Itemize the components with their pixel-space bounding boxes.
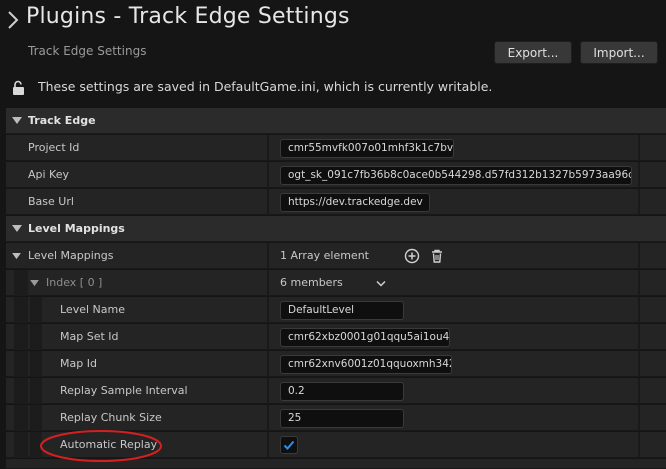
members-count-text: 6 members: [280, 276, 343, 289]
property-row-replay-chunk-size: Replay Chunk Size 25: [6, 405, 666, 431]
members-dropdown[interactable]: 6 members: [280, 276, 390, 292]
panel-bottom: [6, 459, 666, 469]
property-row-replay-sample-interval: Replay Sample Interval 0.2: [6, 378, 666, 404]
property-label: Map Id: [60, 357, 97, 370]
import-button[interactable]: Import...: [580, 41, 658, 64]
api-key-field[interactable]: ogt_sk_091c7fb36b8c0ace0b544298.d57fd312…: [280, 166, 632, 185]
notice-text: These settings are saved in DefaultGame.…: [38, 79, 493, 94]
property-label: Replay Chunk Size: [60, 411, 162, 424]
property-label: Automatic Replay: [60, 438, 158, 451]
property-row-automatic-replay: Automatic Replay: [6, 432, 666, 458]
automatic-replay-checkbox[interactable]: [280, 436, 298, 454]
replay-chunk-size-field[interactable]: 25: [280, 409, 404, 428]
base-url-field[interactable]: https://dev.trackedge.dev: [280, 193, 430, 212]
category-level-mappings[interactable]: Level Mappings: [6, 216, 666, 242]
category-label: Level Mappings: [28, 222, 125, 235]
array-count-text: 1 Array element: [280, 249, 369, 262]
details-panel: Track Edge Project Id cmr55mvfk007o01mhf…: [6, 108, 666, 469]
property-label: Level Mappings: [28, 249, 114, 262]
property-row-level-name: Level Name DefaultLevel: [6, 297, 666, 323]
array-index-label: Index [ 0 ]: [46, 276, 103, 289]
export-button[interactable]: Export...: [494, 41, 572, 64]
unlocked-icon: [13, 80, 24, 95]
category-track-edge[interactable]: Track Edge: [6, 108, 666, 134]
property-label: Api Key: [28, 168, 70, 181]
property-label: Level Name: [60, 303, 125, 316]
property-label: Project Id: [28, 141, 80, 154]
property-row-base-url: Base Url https://dev.trackedge.dev: [6, 189, 666, 215]
property-row-index-0: Index [ 0 ] 6 members: [6, 270, 666, 296]
expand-arrow-icon[interactable]: [12, 225, 22, 233]
property-row-api-key: Api Key ogt_sk_091c7fb36b8c0ace0b544298.…: [6, 162, 666, 188]
property-row-level-mappings: Level Mappings 1 Array element: [6, 243, 666, 269]
property-label: Map Set Id: [60, 330, 119, 343]
checkmark-icon: [283, 440, 295, 450]
add-element-icon[interactable]: [404, 248, 420, 264]
property-row-map-id: Map Id cmr62xnv6001z01qquoxmh342: [6, 351, 666, 377]
section-subtitle: Track Edge Settings: [28, 44, 147, 58]
property-row-map-set-id: Map Set Id cmr62xbz0001g01qqu5ai1ou4: [6, 324, 666, 350]
replay-sample-interval-field[interactable]: 0.2: [280, 382, 404, 401]
expand-arrow-icon[interactable]: [12, 117, 22, 125]
map-id-field[interactable]: cmr62xnv6001z01qquoxmh342: [280, 355, 452, 374]
property-label: Replay Sample Interval: [60, 384, 188, 397]
header: Plugins - Track Edge Settings: [0, 0, 666, 40]
trash-icon[interactable]: [429, 248, 445, 264]
chevron-down-icon: [376, 280, 386, 287]
expand-arrow-icon[interactable]: [30, 280, 39, 287]
map-set-id-field[interactable]: cmr62xbz0001g01qqu5ai1ou4: [280, 328, 450, 347]
property-label: Base Url: [28, 195, 74, 208]
project-id-field[interactable]: cmr55mvfk007o01mhf3k1c7bv: [280, 139, 454, 158]
category-label: Track Edge: [28, 114, 96, 127]
page-title: Plugins - Track Edge Settings: [26, 4, 350, 29]
config-notice: These settings are saved in DefaultGame.…: [10, 78, 660, 98]
expand-arrow-icon[interactable]: [12, 253, 21, 260]
level-name-field[interactable]: DefaultLevel: [280, 301, 404, 320]
chevron-right-icon: [8, 11, 19, 29]
property-row-project-id: Project Id cmr55mvfk007o01mhf3k1c7bv: [6, 135, 666, 161]
